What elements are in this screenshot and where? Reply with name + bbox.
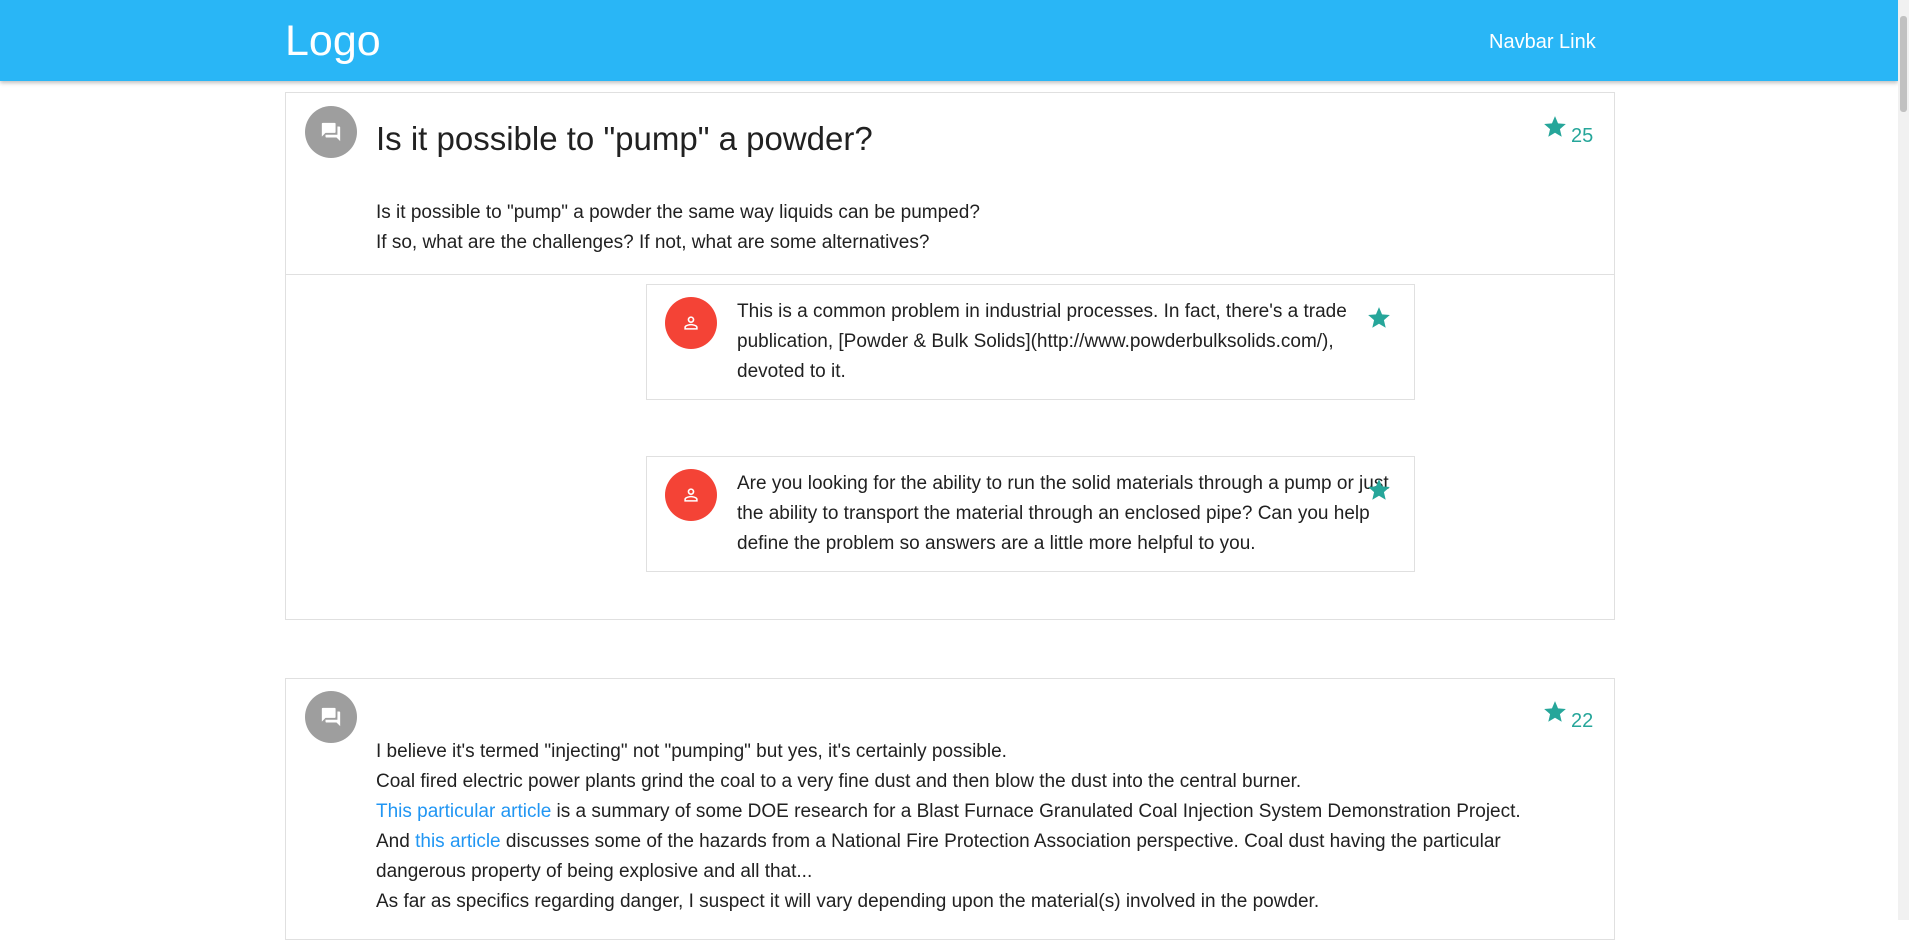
answer-line: This particular article is a summary of … <box>376 797 1591 827</box>
star-icon[interactable] <box>1366 305 1392 336</box>
question-card: Is it possible to "pump" a powder? 25 Is… <box>285 92 1615 620</box>
comment-text: This is a common problem in industrial p… <box>737 301 1347 382</box>
logo[interactable]: Logo <box>285 18 381 64</box>
answer-line-text: And <box>376 831 416 852</box>
answer-line: And this article discusses some of the h… <box>376 827 1591 887</box>
person-icon <box>665 297 717 349</box>
forum-icon <box>305 106 357 158</box>
answer-line: Coal fired electric power plants grind t… <box>376 771 1302 792</box>
question-body: Is it possible to "pump" a powder the sa… <box>376 198 1576 258</box>
navbar-link[interactable]: Navbar Link <box>1489 30 1596 54</box>
navbar: Logo Navbar Link <box>0 0 1898 81</box>
article-link[interactable]: This particular article <box>376 801 551 822</box>
star-icon[interactable] <box>1542 114 1568 145</box>
article-link[interactable]: this article <box>415 831 501 852</box>
answer-line-text: is a summary of some DOE research for a … <box>551 801 1521 822</box>
scrollbar[interactable] <box>1898 0 1909 920</box>
answer-body: I believe it's termed "injecting" not "p… <box>376 737 1591 917</box>
forum-icon <box>305 691 357 743</box>
scrollbar-thumb[interactable] <box>1900 16 1907 112</box>
comment-text: Are you looking for the ability to run t… <box>737 473 1389 554</box>
question-body-line: Is it possible to "pump" a powder the sa… <box>376 202 980 223</box>
comment-card: Are you looking for the ability to run t… <box>646 456 1415 572</box>
question-title: Is it possible to "pump" a powder? <box>376 120 873 157</box>
star-icon[interactable] <box>1542 699 1568 730</box>
answer-line: As far as specifics regarding danger, I … <box>376 891 1320 912</box>
star-icon[interactable] <box>1366 477 1392 508</box>
answer-line-text: discusses some of the hazards from a Nat… <box>376 831 1501 882</box>
star-count: 22 <box>1571 710 1594 732</box>
person-icon <box>665 469 717 521</box>
answer-line: I believe it's termed "injecting" not "p… <box>376 741 1007 762</box>
star-count: 25 <box>1571 125 1594 147</box>
answer-card: 22 I believe it's termed "injecting" not… <box>285 678 1615 940</box>
comment-card: This is a common problem in industrial p… <box>646 284 1415 400</box>
question-body-line: If so, what are the challenges? If not, … <box>376 232 930 253</box>
divider <box>286 274 1614 275</box>
